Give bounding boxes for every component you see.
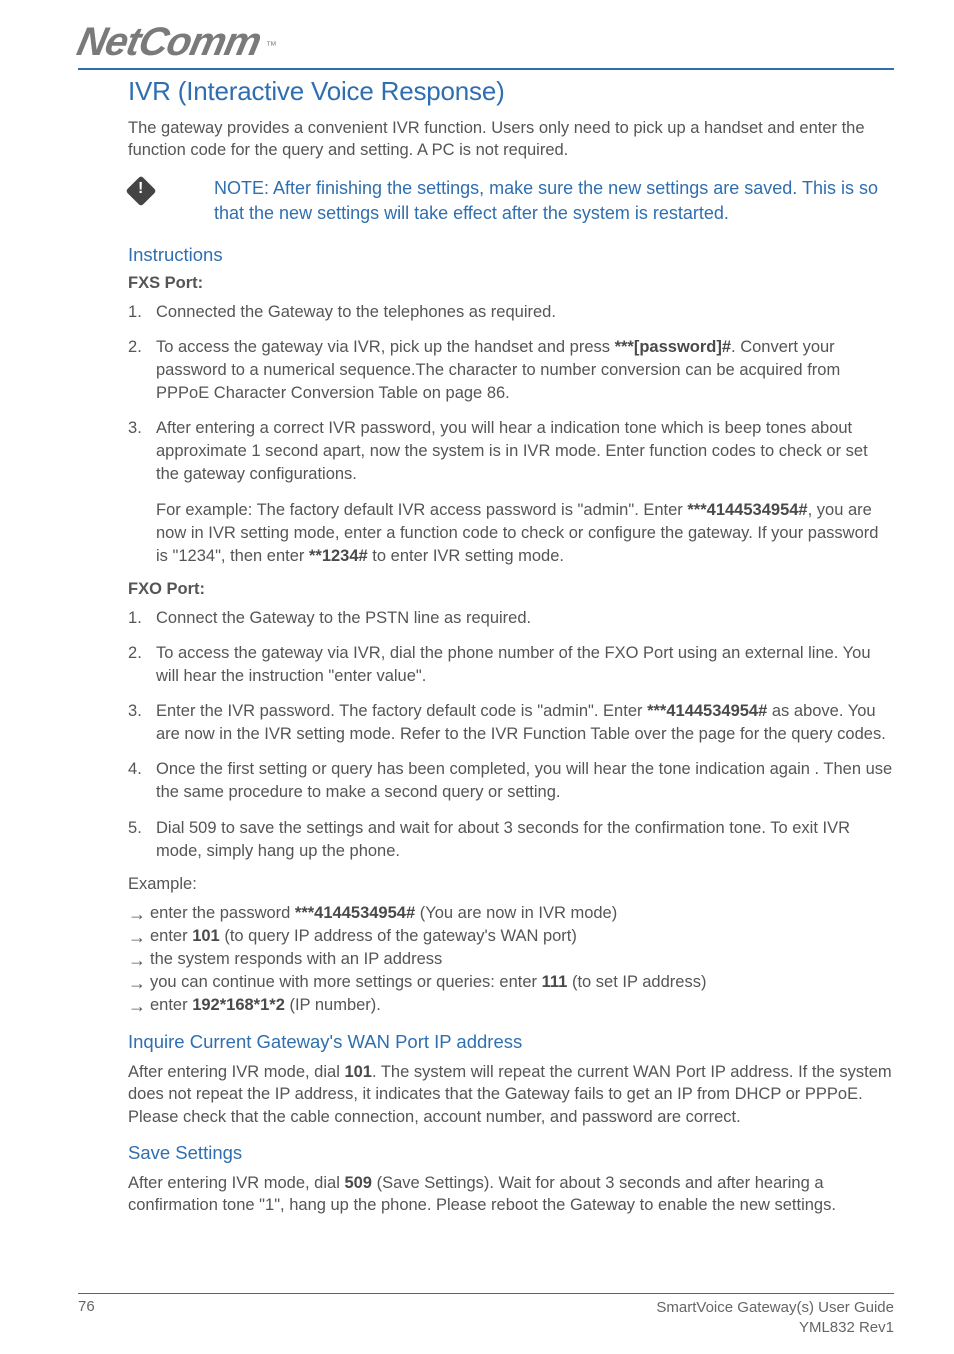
- brand-logo: NetComm ™: [78, 22, 894, 62]
- fxs-sub-code-2: **1234#: [309, 547, 368, 565]
- page-number: 76: [78, 1298, 95, 1339]
- save-a: After entering IVR mode, dial: [128, 1174, 344, 1192]
- fxs-sub-e: to enter IVR setting mode.: [368, 547, 564, 565]
- ex5-code: 192*168*1*2: [192, 996, 285, 1014]
- trademark-symbol: ™: [266, 40, 277, 52]
- ex1-a: enter the password: [150, 904, 295, 922]
- ex5-c: (IP number).: [285, 996, 381, 1014]
- save-settings-heading: Save Settings: [128, 1142, 894, 1164]
- example-steps: enter the password ***4144534954# (You a…: [128, 902, 894, 1017]
- fxo-step-4: Once the first setting or query has been…: [128, 758, 894, 804]
- fxs-step-2-code: ***[password]#: [615, 338, 731, 356]
- fxs-steps-list: Connected the Gateway to the telephones …: [128, 301, 894, 487]
- fxs-sub-a: For example: The factory default IVR acc…: [156, 501, 687, 519]
- inquire-heading: Inquire Current Gateway's WAN Port IP ad…: [128, 1031, 894, 1053]
- example-line-2: enter 101 (to query IP address of the ga…: [128, 925, 894, 948]
- example-line-5: enter 192*168*1*2 (IP number).: [128, 994, 894, 1017]
- fxs-step-2-text-a: To access the gateway via IVR, pick up t…: [156, 338, 615, 356]
- fxs-sub-code-1: ***4144534954#: [687, 501, 807, 519]
- fxs-port-heading: FXS Port:: [128, 274, 894, 293]
- fxs-step-3-example: For example: The factory default IVR acc…: [128, 499, 894, 568]
- logo-text: NetComm: [74, 22, 264, 62]
- save-code: 509: [344, 1174, 372, 1192]
- example-label: Example:: [128, 875, 894, 894]
- fxs-step-1: Connected the Gateway to the telephones …: [128, 301, 894, 324]
- fxo-step-3-code: ***4144534954#: [647, 702, 767, 720]
- fxo-step-3: Enter the IVR password. The factory defa…: [128, 700, 894, 746]
- header-rule: [78, 68, 894, 70]
- ex5-a: enter: [150, 996, 192, 1014]
- ex1-code: ***4144534954#: [295, 904, 415, 922]
- footer-guide-name: SmartVoice Gateway(s) User Guide: [656, 1298, 894, 1318]
- inquire-code: 101: [344, 1063, 372, 1081]
- footer-revision: YML832 Rev1: [656, 1318, 894, 1338]
- note-text: NOTE: After finishing the settings, make…: [214, 176, 894, 226]
- alert-icon: !: [128, 178, 156, 206]
- fxo-steps-list: Connect the Gateway to the PSTN line as …: [128, 607, 894, 863]
- fxo-step-3-a: Enter the IVR password. The factory defa…: [156, 702, 647, 720]
- example-line-1: enter the password ***4144534954# (You a…: [128, 902, 894, 925]
- page-footer: 76 SmartVoice Gateway(s) User Guide YML8…: [78, 1293, 894, 1339]
- fxo-step-1: Connect the Gateway to the PSTN line as …: [128, 607, 894, 630]
- note-callout: ! NOTE: After finishing the settings, ma…: [128, 176, 894, 226]
- page-title: IVR (Interactive Voice Response): [128, 76, 894, 107]
- fxo-step-2: To access the gateway via IVR, dial the …: [128, 642, 894, 688]
- instructions-heading: Instructions: [128, 244, 894, 266]
- inquire-paragraph: After entering IVR mode, dial 101. The s…: [128, 1061, 894, 1128]
- save-settings-paragraph: After entering IVR mode, dial 509 (Save …: [128, 1172, 894, 1217]
- ex1-c: (You are now in IVR mode): [415, 904, 617, 922]
- fxo-port-heading: FXO Port:: [128, 580, 894, 599]
- example-line-4: you can continue with more settings or q…: [128, 971, 894, 994]
- intro-paragraph: The gateway provides a convenient IVR fu…: [128, 117, 894, 162]
- example-line-3: the system responds with an IP address: [128, 948, 894, 971]
- ex4-code: 111: [542, 973, 568, 991]
- fxs-step-3: After entering a correct IVR password, y…: [128, 417, 894, 486]
- ex4-c: (to set IP address): [567, 973, 706, 991]
- inquire-a: After entering IVR mode, dial: [128, 1063, 344, 1081]
- fxo-step-5: Dial 509 to save the settings and wait f…: [128, 817, 894, 863]
- ex2-c: (to query IP address of the gateway's WA…: [220, 927, 577, 945]
- fxs-step-2: To access the gateway via IVR, pick up t…: [128, 336, 894, 405]
- ex4-a: you can continue with more settings or q…: [150, 973, 542, 991]
- ex2-code: 101: [192, 927, 220, 945]
- ex2-a: enter: [150, 927, 192, 945]
